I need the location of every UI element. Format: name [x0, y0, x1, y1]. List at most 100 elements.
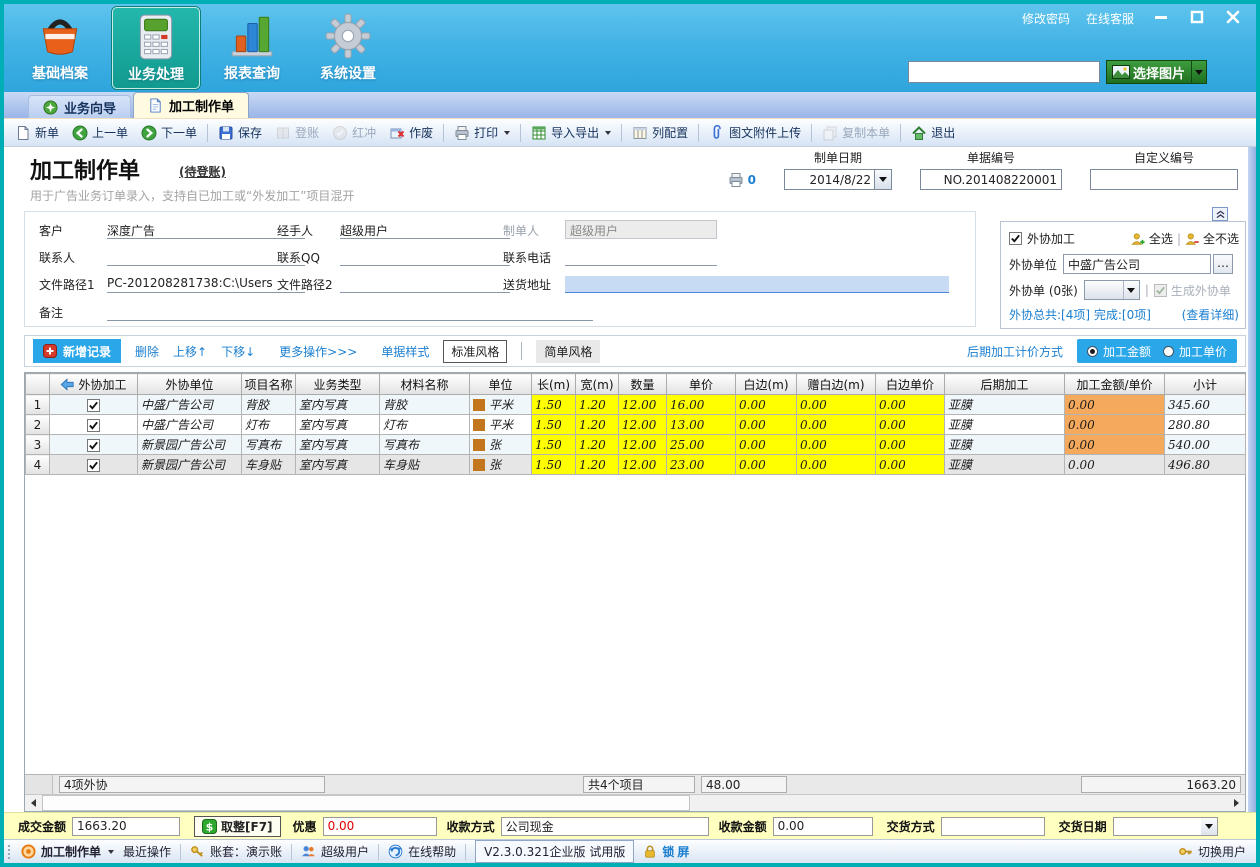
toolbar-void[interactable]: 作废 [384, 122, 438, 143]
date-dropdown-button[interactable] [874, 170, 891, 189]
toolbar-next[interactable]: 下一单 [136, 122, 202, 143]
pay-method-field[interactable]: 公司现金 [501, 817, 709, 836]
header-subtotal[interactable]: 小计 [1165, 374, 1246, 395]
row-number-cell[interactable]: 4 [26, 455, 50, 475]
company-cell[interactable]: 中盛广告公司 [138, 415, 242, 435]
outsource-cell[interactable] [50, 455, 138, 475]
round-button[interactable]: $ 取整[F7] [194, 816, 281, 837]
scroll-left-button[interactable] [25, 795, 42, 811]
subtotal-cell[interactable]: 345.60 [1165, 395, 1246, 415]
doc-style-link[interactable]: 单据样式 [381, 343, 429, 360]
outsource-cell[interactable] [50, 395, 138, 415]
margin-cell[interactable]: 0.00 [736, 395, 797, 415]
module-settings[interactable]: 系统设置 [304, 7, 392, 89]
project-cell[interactable]: 灯布 [242, 415, 296, 435]
horizontal-scrollbar[interactable] [25, 794, 1245, 811]
unit-cell[interactable]: 平米 [470, 415, 532, 435]
qty-cell[interactable]: 12.00 [619, 455, 667, 475]
toolbar-exit[interactable]: 退出 [906, 122, 960, 143]
qty-cell[interactable]: 12.00 [619, 415, 667, 435]
pick-image-dropdown[interactable] [1191, 61, 1206, 83]
price-cell[interactable]: 23.00 [667, 455, 736, 475]
lock-screen-button[interactable]: 锁屏 [643, 843, 692, 860]
header-price[interactable]: 单价 [667, 374, 736, 395]
header-post-process[interactable]: 后期加工 [945, 374, 1065, 395]
price-cell[interactable]: 25.00 [667, 435, 736, 455]
add-record-button[interactable]: 新增记录 [33, 339, 121, 363]
process-amount-cell[interactable]: 0.00 [1065, 415, 1165, 435]
scrollbar-thumb[interactable] [42, 795, 690, 811]
delivery-date-combo[interactable] [1113, 817, 1218, 836]
header-material[interactable]: 材料名称 [380, 374, 470, 395]
maximize-button[interactable] [1182, 8, 1212, 26]
header-gift-margin[interactable]: 赠白边(m) [797, 374, 876, 395]
toolbar-prev[interactable]: 上一单 [67, 122, 133, 143]
row-number-cell[interactable]: 1 [26, 395, 50, 415]
subtotal-cell[interactable]: 496.80 [1165, 455, 1246, 475]
header-outsource[interactable]: 外协加工 [50, 374, 138, 395]
width-cell[interactable]: 1.20 [576, 435, 619, 455]
address-field[interactable] [565, 276, 949, 293]
project-cell[interactable]: 背胶 [242, 395, 296, 415]
radio-process-amount[interactable]: 加工金额 [1087, 343, 1151, 360]
change-password-link[interactable]: 修改密码 [1022, 10, 1070, 27]
module-business[interactable]: 业务处理 [112, 7, 200, 89]
pay-amount-field[interactable]: 0.00 [773, 817, 873, 836]
material-cell[interactable]: 车身贴 [380, 455, 470, 475]
company-cell[interactable]: 中盛广告公司 [138, 395, 242, 415]
qty-cell[interactable]: 12.00 [619, 395, 667, 415]
unit-cell[interactable]: 平米 [470, 395, 532, 415]
width-cell[interactable]: 1.20 [576, 415, 619, 435]
price-cell[interactable]: 13.00 [667, 415, 736, 435]
handler-field[interactable]: 超级用户 [340, 222, 510, 239]
discount-field[interactable]: 0.00 [323, 817, 437, 836]
tab-processing-order[interactable]: 加工制作单 [133, 92, 249, 118]
header-company[interactable]: 外协单位 [138, 374, 242, 395]
collapse-panel-button[interactable] [1212, 207, 1228, 221]
process-amount-cell[interactable]: 0.00 [1065, 435, 1165, 455]
standard-style-button[interactable]: 标准风格 [443, 340, 507, 363]
online-service-link[interactable]: 在线客服 [1086, 10, 1134, 27]
margin-price-cell[interactable]: 0.00 [876, 415, 945, 435]
header-biz-type[interactable]: 业务类型 [296, 374, 380, 395]
module-reports[interactable]: 报表查询 [208, 7, 296, 89]
row-outsource-checkbox[interactable] [87, 439, 100, 452]
price-cell[interactable]: 16.00 [667, 395, 736, 415]
material-cell[interactable]: 灯布 [380, 415, 470, 435]
move-down-link[interactable]: 下移↓ [221, 343, 255, 360]
outsource-unit-browse-button[interactable]: … [1213, 254, 1233, 274]
qq-field[interactable] [340, 249, 510, 266]
biz-type-cell[interactable]: 室内写真 [296, 455, 380, 475]
more-actions-link[interactable]: 更多操作>>> [279, 343, 357, 360]
custom-number-input[interactable] [1090, 169, 1238, 190]
header-qty[interactable]: 数量 [619, 374, 667, 395]
company-cell[interactable]: 新景园广告公司 [138, 435, 242, 455]
material-cell[interactable]: 写真布 [380, 435, 470, 455]
row-outsource-checkbox[interactable] [87, 419, 100, 432]
post-process-cell[interactable]: 亚膜 [945, 415, 1065, 435]
outsource-cell[interactable] [50, 435, 138, 455]
process-amount-cell[interactable]: 0.00 [1065, 455, 1165, 475]
statusbar-user[interactable]: 超级用户 [301, 843, 369, 860]
delivery-date-dropdown[interactable] [1201, 817, 1218, 836]
outsource-cell[interactable] [50, 415, 138, 435]
row-number-cell[interactable]: 3 [26, 435, 50, 455]
outsource-checkbox[interactable] [1009, 232, 1022, 245]
header-length[interactable]: 长(m) [532, 374, 576, 395]
unit-cell[interactable]: 张 [470, 435, 532, 455]
qty-cell[interactable]: 12.00 [619, 435, 667, 455]
doc-status-link[interactable]: (待登账) [179, 163, 226, 180]
company-cell[interactable]: 新景园广告公司 [138, 455, 242, 475]
minimize-button[interactable] [1146, 8, 1176, 26]
close-button[interactable] [1218, 8, 1248, 26]
header-process-amount[interactable]: 加工金额/单价 [1065, 374, 1165, 395]
statusbar-doc-type[interactable]: 加工制作单 [21, 843, 114, 860]
radio-process-unitprice[interactable]: 加工单价 [1163, 343, 1227, 360]
biz-type-cell[interactable]: 室内写真 [296, 395, 380, 415]
filepath1-field[interactable]: PC-201208281738:C:\Users [107, 276, 305, 293]
statusbar-account[interactable]: 账套：演示账 [190, 843, 282, 860]
material-cell[interactable]: 背胶 [380, 395, 470, 415]
margin-price-cell[interactable]: 0.00 [876, 455, 945, 475]
view-detail-link[interactable]: (查看详细) [1182, 306, 1239, 323]
gift-margin-cell[interactable]: 0.00 [797, 435, 876, 455]
